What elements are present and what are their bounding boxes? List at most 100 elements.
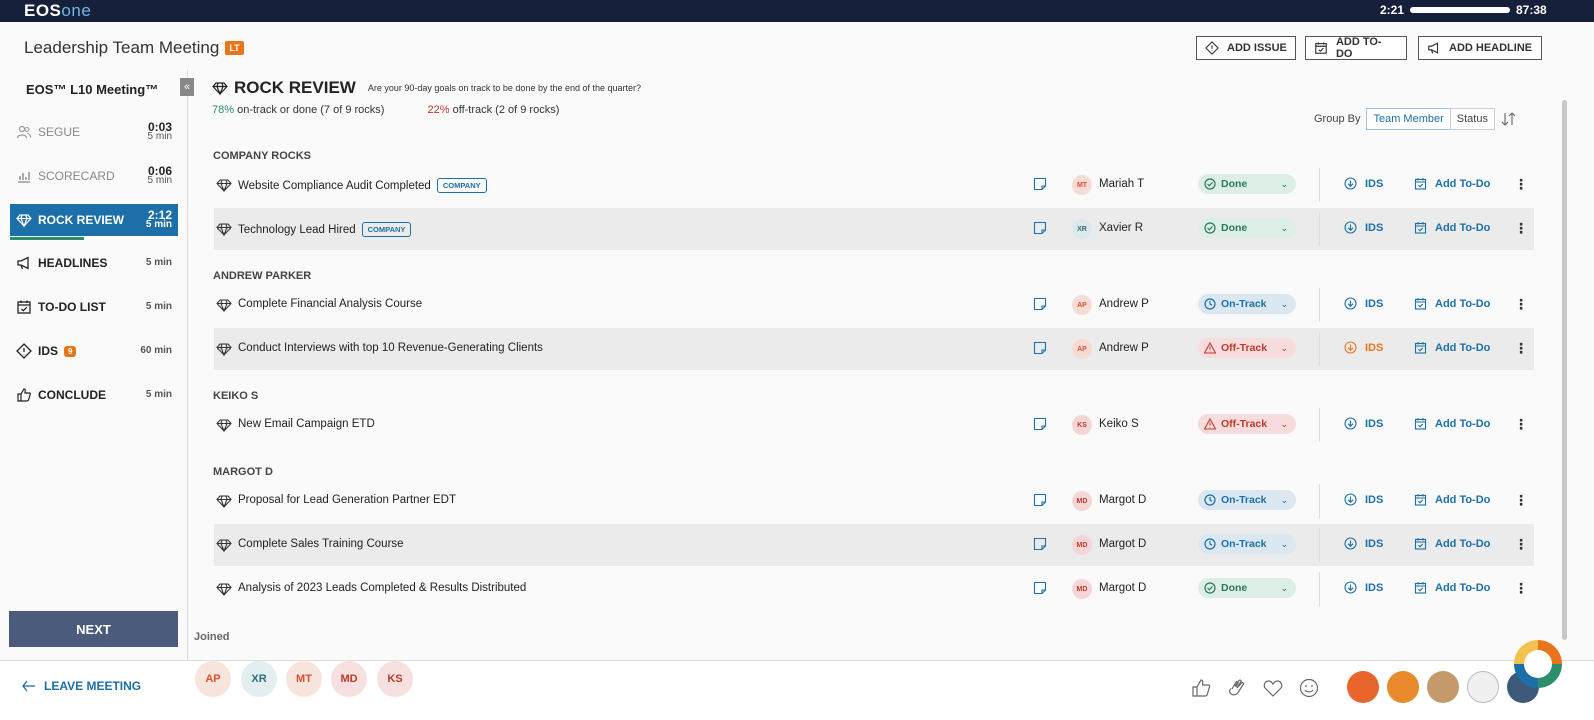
rock-title[interactable]: Website Compliance Audit Completed COMPAN… <box>238 178 487 193</box>
rock-row[interactable]: Conduct Interviews with top 10 Revenue-G… <box>214 328 1534 370</box>
gem-icon <box>216 583 232 597</box>
status-dropdown[interactable]: On-Track ⌄ <box>1198 294 1296 314</box>
rock-row[interactable]: Complete Sales Training Course MD Margot D… <box>214 524 1534 566</box>
rock-title[interactable]: Analysis of 2023 Leads Completed & Resul… <box>238 582 526 594</box>
agenda-item-ids[interactable]: IDS 9 60 min <box>10 335 178 367</box>
rock-row[interactable]: New Email Campaign ETD KS Keiko S Off-Track… <box>214 404 1534 446</box>
agenda-item-headlines[interactable]: HEADLINES 5 min <box>10 247 178 279</box>
owner-avatar: KS <box>1072 415 1092 435</box>
ids-button[interactable]: IDS <box>1344 297 1383 310</box>
smile-icon[interactable] <box>1298 677 1320 699</box>
note-icon[interactable] <box>1033 341 1047 355</box>
rock-title[interactable]: Technology Lead Hired COMPANY <box>238 222 412 237</box>
collapse-sidebar-button[interactable]: « <box>180 78 194 96</box>
add-todo-row-button[interactable]: Add To-Do <box>1414 581 1490 594</box>
status-dropdown[interactable]: Done ⌄ <box>1198 218 1296 238</box>
group-by-team-member[interactable]: Team Member <box>1366 108 1451 130</box>
note-icon[interactable] <box>1033 221 1047 235</box>
ids-button[interactable]: IDS <box>1344 177 1383 190</box>
add-todo-row-button[interactable]: Add To-Do <box>1414 493 1490 506</box>
status-dropdown[interactable]: On-Track ⌄ <box>1198 490 1296 510</box>
company-badge: COMPANY <box>436 178 487 193</box>
rock-row[interactable]: Website Compliance Audit Completed COMPAN… <box>214 164 1534 206</box>
rock-title[interactable]: Proposal for Lead Generation Partner EDT <box>238 494 456 506</box>
rock-row[interactable]: Complete Financial Analysis Course AP Andr… <box>214 284 1534 326</box>
bull-icon <box>1387 671 1419 703</box>
owner-name: Keiko S <box>1099 418 1139 430</box>
add-headline-button[interactable]: ADD HEADLINE <box>1418 36 1542 60</box>
more-options-icon[interactable]: ⋮ <box>1514 536 1528 553</box>
arrow-down-circle-icon <box>1344 417 1357 430</box>
rock-row[interactable]: Analysis of 2023 Leads Completed & Resul… <box>214 568 1534 610</box>
calendar-check-icon <box>1414 298 1427 310</box>
status-dropdown[interactable]: Done ⌄ <box>1198 578 1296 598</box>
chevron-down-icon: ⌄ <box>1280 418 1288 429</box>
agenda-item-scorecard[interactable]: SCORECARD 0:06 5 min <box>10 160 178 192</box>
rock-title[interactable]: Complete Financial Analysis Course <box>238 298 422 310</box>
add-todo-row-button[interactable]: Add To-Do <box>1414 221 1490 234</box>
add-todo-row-button[interactable]: Add To-Do <box>1414 417 1490 430</box>
heart-icon[interactable] <box>1262 677 1284 699</box>
status-dropdown[interactable]: Done ⌄ <box>1198 174 1296 194</box>
rock-row[interactable]: Proposal for Lead Generation Partner EDT… <box>214 480 1534 522</box>
agenda-item-todo-list[interactable]: TO-DO LIST 5 min <box>10 291 178 323</box>
status-dropdown[interactable]: Off-Track ⌄ <box>1198 338 1296 358</box>
rock-title[interactable]: Complete Sales Training Course <box>238 538 404 550</box>
group-by-status[interactable]: Status <box>1449 108 1495 130</box>
owner-avatar: XR <box>1072 219 1092 239</box>
agenda-item-rock-review[interactable]: ROCK REVIEW 2:12 5 min <box>10 204 178 236</box>
note-icon[interactable] <box>1033 581 1047 595</box>
rock-row[interactable]: Technology Lead Hired COMPANY XR Xavier R Do… <box>214 208 1534 250</box>
add-todo-row-button[interactable]: Add To-Do <box>1414 341 1490 354</box>
group-heading: KEIKO S <box>213 390 259 402</box>
agenda-item-segue[interactable]: SEGUE 0:03 5 min <box>10 116 178 148</box>
add-issue-button[interactable]: ADD ISSUE <box>1196 36 1296 60</box>
agenda-item-conclude[interactable]: CONCLUDE 5 min <box>10 379 178 411</box>
thumbs-up-icon[interactable] <box>1190 677 1212 699</box>
note-icon[interactable] <box>1033 537 1047 551</box>
arrow-down-circle-icon <box>1344 581 1357 594</box>
more-options-icon[interactable]: ⋮ <box>1514 580 1528 597</box>
more-options-icon[interactable]: ⋮ <box>1514 296 1528 313</box>
rock-title[interactable]: Conduct Interviews with top 10 Revenue-G… <box>238 342 543 354</box>
ids-button[interactable]: IDS <box>1344 537 1383 550</box>
check-circle-icon <box>1204 178 1216 190</box>
ids-button[interactable]: IDS <box>1344 493 1383 506</box>
attendee-avatar: KS <box>377 661 413 697</box>
add-todo-button[interactable]: ADD TO-DO <box>1305 36 1407 60</box>
owner-avatar: MT <box>1072 175 1092 195</box>
ids-button[interactable]: IDS <box>1344 341 1383 354</box>
status-dropdown[interactable]: Off-Track ⌄ <box>1198 414 1296 434</box>
note-icon[interactable] <box>1033 493 1047 507</box>
group-heading: MARGOT D <box>213 466 273 478</box>
add-todo-row-button[interactable]: Add To-Do <box>1414 297 1490 310</box>
more-options-icon[interactable]: ⋮ <box>1514 416 1528 433</box>
owner-name: Mariah T <box>1099 178 1145 190</box>
ids-button[interactable]: IDS <box>1344 221 1383 234</box>
ids-button[interactable]: IDS <box>1344 581 1383 594</box>
leave-meeting-button[interactable]: LEAVE MEETING <box>22 679 141 693</box>
rock-title[interactable]: New Email Campaign ETD <box>238 418 375 430</box>
next-button[interactable]: NEXT <box>9 611 178 647</box>
add-todo-row-button[interactable]: Add To-Do <box>1414 537 1490 550</box>
help-widget[interactable] <box>1514 640 1562 688</box>
more-options-icon[interactable]: ⋮ <box>1514 176 1528 193</box>
ids-button[interactable]: IDS <box>1344 417 1383 430</box>
arrow-down-circle-icon <box>1344 221 1357 234</box>
more-options-icon[interactable]: ⋮ <box>1514 340 1528 357</box>
sort-icon[interactable] <box>1501 112 1517 126</box>
divider <box>1319 168 1320 202</box>
scrollbar[interactable] <box>1562 100 1567 640</box>
diamond-alert-icon <box>1205 41 1219 55</box>
note-icon[interactable] <box>1033 417 1047 431</box>
note-icon[interactable] <box>1033 297 1047 311</box>
group-heading: COMPANY ROCKS <box>213 150 311 162</box>
clap-icon[interactable] <box>1226 677 1248 699</box>
more-options-icon[interactable]: ⋮ <box>1514 492 1528 509</box>
note-icon[interactable] <box>1033 177 1047 191</box>
diamond-icon <box>16 343 32 359</box>
warning-icon <box>1204 342 1216 354</box>
add-todo-row-button[interactable]: Add To-Do <box>1414 177 1490 190</box>
more-options-icon[interactable]: ⋮ <box>1514 220 1528 237</box>
status-dropdown[interactable]: On-Track ⌄ <box>1198 534 1296 554</box>
